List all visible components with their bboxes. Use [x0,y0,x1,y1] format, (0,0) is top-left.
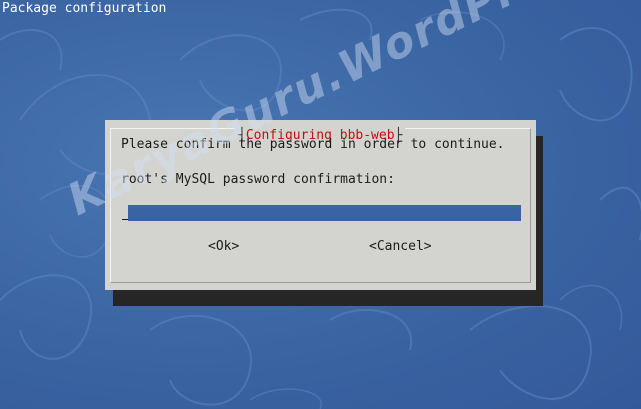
window-title: Package configuration [2,1,167,16]
cancel-button[interactable]: <Cancel> [369,239,432,255]
dialog-message: Please confirm the password in order to … [121,137,505,152]
ok-button[interactable]: <Ok> [208,239,239,255]
password-confirmation-input[interactable] [128,205,521,221]
configuration-dialog: ┤Configuring bbb-web├ Please confirm the… [105,120,536,290]
password-field-label: root's MySQL password confirmation: [121,172,395,187]
desktop-background: Package configuration ┤Configuring bbb-w… [0,0,641,409]
